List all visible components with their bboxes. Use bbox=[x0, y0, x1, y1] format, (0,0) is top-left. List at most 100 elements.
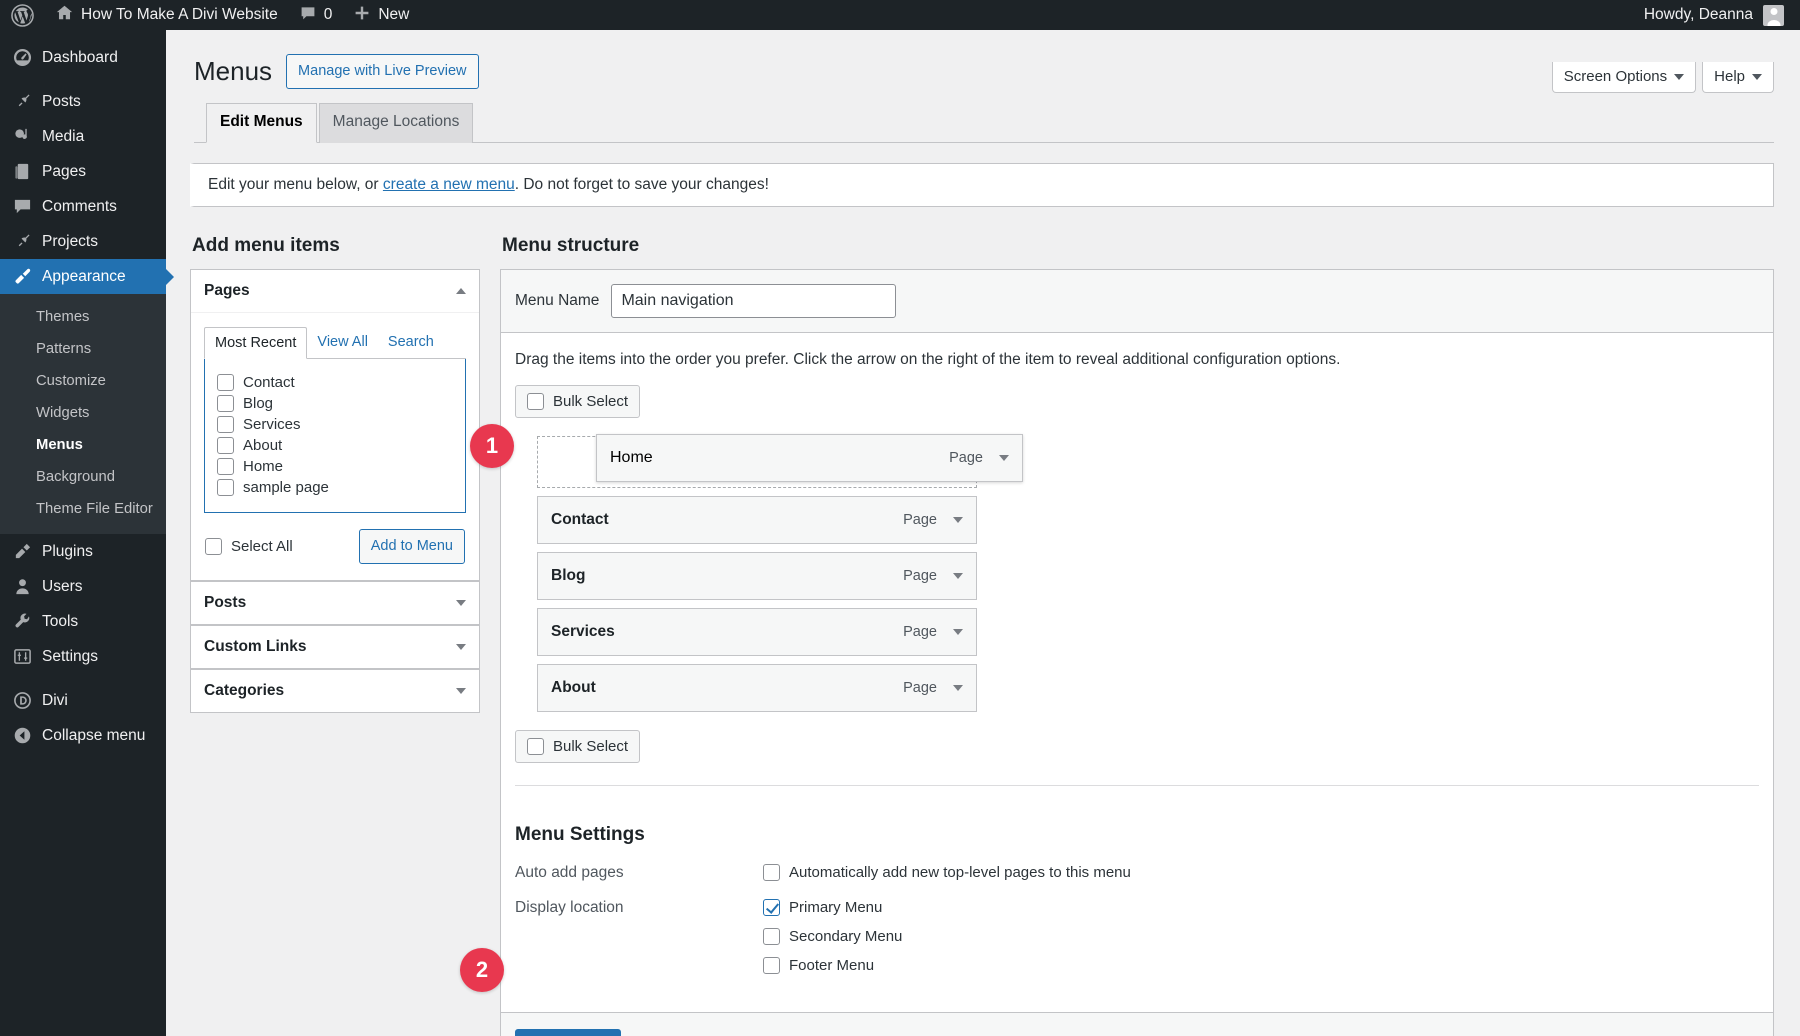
save-menu-button[interactable]: Save Menu bbox=[515, 1029, 621, 1036]
page-checkbox-blog[interactable] bbox=[217, 395, 234, 412]
page-checkbox-contact[interactable] bbox=[217, 374, 234, 391]
tab-manage-locations[interactable]: Manage Locations bbox=[319, 103, 474, 143]
chevron-down-icon[interactable] bbox=[456, 600, 466, 606]
sidebar-item-settings[interactable]: Settings bbox=[0, 639, 166, 674]
sidebar-item-label: Collapse menu bbox=[42, 728, 145, 744]
chevron-down-icon[interactable] bbox=[953, 629, 963, 635]
chevron-down-icon[interactable] bbox=[456, 644, 466, 650]
location-checkbox-primary-menu[interactable] bbox=[763, 899, 780, 916]
page-checkbox-home[interactable] bbox=[217, 458, 234, 475]
manage-with-live-preview-button[interactable]: Manage with Live Preview bbox=[286, 54, 478, 89]
sidebar-item-posts[interactable]: Posts bbox=[0, 84, 166, 119]
admin-bar: How To Make A Divi Website 0 New Howdy, … bbox=[0, 0, 1800, 30]
list-item[interactable]: About bbox=[217, 435, 453, 456]
sidebar-item-collapse-menu[interactable]: Collapse menu bbox=[0, 718, 166, 753]
my-account-button[interactable]: Howdy, Deanna bbox=[1644, 5, 1800, 26]
bulk-select-top-button[interactable]: Bulk Select bbox=[515, 385, 640, 418]
sidebar-item-label: Media bbox=[42, 129, 84, 145]
plug-icon bbox=[12, 541, 32, 561]
pages-metabox-body: Most Recent View All Search Contact Blog bbox=[191, 313, 479, 580]
select-all-checkbox[interactable] bbox=[205, 538, 222, 555]
chevron-down-icon[interactable] bbox=[953, 685, 963, 691]
sidebar-item-divi[interactable]: Divi bbox=[0, 683, 166, 718]
sidebar-item-dashboard[interactable]: Dashboard bbox=[0, 40, 166, 75]
auto-add-pages-checkbox-row[interactable]: Automatically add new top-level pages to… bbox=[763, 862, 1131, 883]
posts-metabox-header[interactable]: Posts bbox=[191, 582, 479, 624]
chevron-down-icon[interactable] bbox=[999, 455, 1009, 461]
add-menu-items-title: Add menu items bbox=[190, 235, 480, 257]
menu-item-blog[interactable]: Blog Page bbox=[537, 552, 977, 600]
wordpress-logo-button[interactable] bbox=[0, 0, 45, 30]
help-button[interactable]: Help bbox=[1702, 62, 1774, 93]
location-checkbox-footer-menu[interactable] bbox=[763, 957, 780, 974]
chevron-down-icon[interactable] bbox=[953, 573, 963, 579]
tab-edit-menus[interactable]: Edit Menus bbox=[206, 103, 317, 143]
page-checkbox-services[interactable] bbox=[217, 416, 234, 433]
submenu-item-widgets[interactable]: Widgets bbox=[0, 398, 166, 430]
menu-item-about[interactable]: About Page bbox=[537, 664, 977, 712]
submenu-item-themes[interactable]: Themes bbox=[0, 302, 166, 334]
page-checkbox-about[interactable] bbox=[217, 437, 234, 454]
comments-button[interactable]: 0 bbox=[289, 0, 344, 30]
tab-search[interactable]: Search bbox=[378, 327, 444, 358]
sidebar-item-appearance[interactable]: Appearance bbox=[0, 259, 166, 294]
list-item[interactable]: sample page bbox=[217, 477, 453, 498]
bulk-select-bottom-checkbox[interactable] bbox=[527, 738, 544, 755]
sidebar-item-tools[interactable]: Tools bbox=[0, 604, 166, 639]
location-row-footer-menu[interactable]: Footer Menu bbox=[763, 955, 902, 976]
sidebar-item-plugins[interactable]: Plugins bbox=[0, 534, 166, 569]
bulk-select-top-checkbox[interactable] bbox=[527, 393, 544, 410]
menu-item-title: Services bbox=[551, 623, 615, 641]
tab-view-all[interactable]: View All bbox=[307, 327, 378, 358]
submenu-item-theme-file-editor[interactable]: Theme File Editor bbox=[0, 494, 166, 526]
location-row-primary-menu[interactable]: Primary Menu bbox=[763, 897, 902, 918]
menu-settings-section: Menu Settings Auto add pages Automatical… bbox=[501, 800, 1773, 1012]
dashboard-icon bbox=[12, 48, 32, 68]
wordpress-logo-icon bbox=[11, 4, 34, 27]
list-item[interactable]: Home bbox=[217, 456, 453, 477]
sidebar-item-pages[interactable]: Pages bbox=[0, 154, 166, 189]
auto-add-pages-checkbox[interactable] bbox=[763, 864, 780, 881]
menu-item-type: Page bbox=[903, 680, 937, 696]
chevron-down-icon[interactable] bbox=[456, 688, 466, 694]
home-icon bbox=[56, 4, 73, 26]
submenu-item-menus[interactable]: Menus bbox=[0, 430, 166, 462]
custom-links-metabox-header[interactable]: Custom Links bbox=[191, 626, 479, 668]
page-label: Contact bbox=[243, 374, 295, 391]
location-checkbox-secondary-menu[interactable] bbox=[763, 928, 780, 945]
sidebar-item-projects[interactable]: Projects bbox=[0, 224, 166, 259]
pages-metabox-header[interactable]: Pages bbox=[191, 270, 479, 313]
menu-item-type: Page bbox=[903, 512, 937, 528]
submenu-item-background[interactable]: Background bbox=[0, 462, 166, 494]
drag-help-text: Drag the items into the order you prefer… bbox=[515, 351, 1759, 369]
list-item[interactable]: Contact bbox=[217, 372, 453, 393]
screen-options-button[interactable]: Screen Options bbox=[1552, 62, 1696, 93]
site-name-button[interactable]: How To Make A Divi Website bbox=[45, 0, 289, 30]
menu-item-services[interactable]: Services Page bbox=[537, 608, 977, 656]
menu-item-meta: Page bbox=[903, 568, 963, 584]
page-checkbox-sample-page[interactable] bbox=[217, 479, 234, 496]
categories-metabox-header[interactable]: Categories bbox=[191, 670, 479, 712]
bulk-select-bottom-button[interactable]: Bulk Select bbox=[515, 730, 640, 763]
chevron-up-icon[interactable] bbox=[456, 288, 466, 294]
create-new-menu-link[interactable]: create a new menu bbox=[383, 176, 515, 193]
list-item[interactable]: Services bbox=[217, 414, 453, 435]
add-to-menu-button[interactable]: Add to Menu bbox=[359, 529, 465, 564]
menu-item-contact[interactable]: Contact Page bbox=[537, 496, 977, 544]
sidebar-item-media[interactable]: Media bbox=[0, 119, 166, 154]
menu-name-input[interactable] bbox=[611, 284, 896, 318]
menu-item-home[interactable]: Home Page bbox=[596, 434, 1023, 482]
sidebar-item-users[interactable]: Users bbox=[0, 569, 166, 604]
page-label: sample page bbox=[243, 479, 329, 496]
submenu-item-patterns[interactable]: Patterns bbox=[0, 334, 166, 366]
settings-divider bbox=[515, 785, 1759, 786]
sidebar-item-comments[interactable]: Comments bbox=[0, 189, 166, 224]
select-all-row[interactable]: Select All bbox=[205, 536, 293, 557]
chevron-down-icon[interactable] bbox=[953, 517, 963, 523]
list-item[interactable]: Blog bbox=[217, 393, 453, 414]
chevron-down-icon bbox=[1752, 74, 1762, 80]
tab-most-recent[interactable]: Most Recent bbox=[204, 327, 307, 359]
new-content-button[interactable]: New bbox=[343, 0, 420, 30]
submenu-item-customize[interactable]: Customize bbox=[0, 366, 166, 398]
location-row-secondary-menu[interactable]: Secondary Menu bbox=[763, 926, 902, 947]
